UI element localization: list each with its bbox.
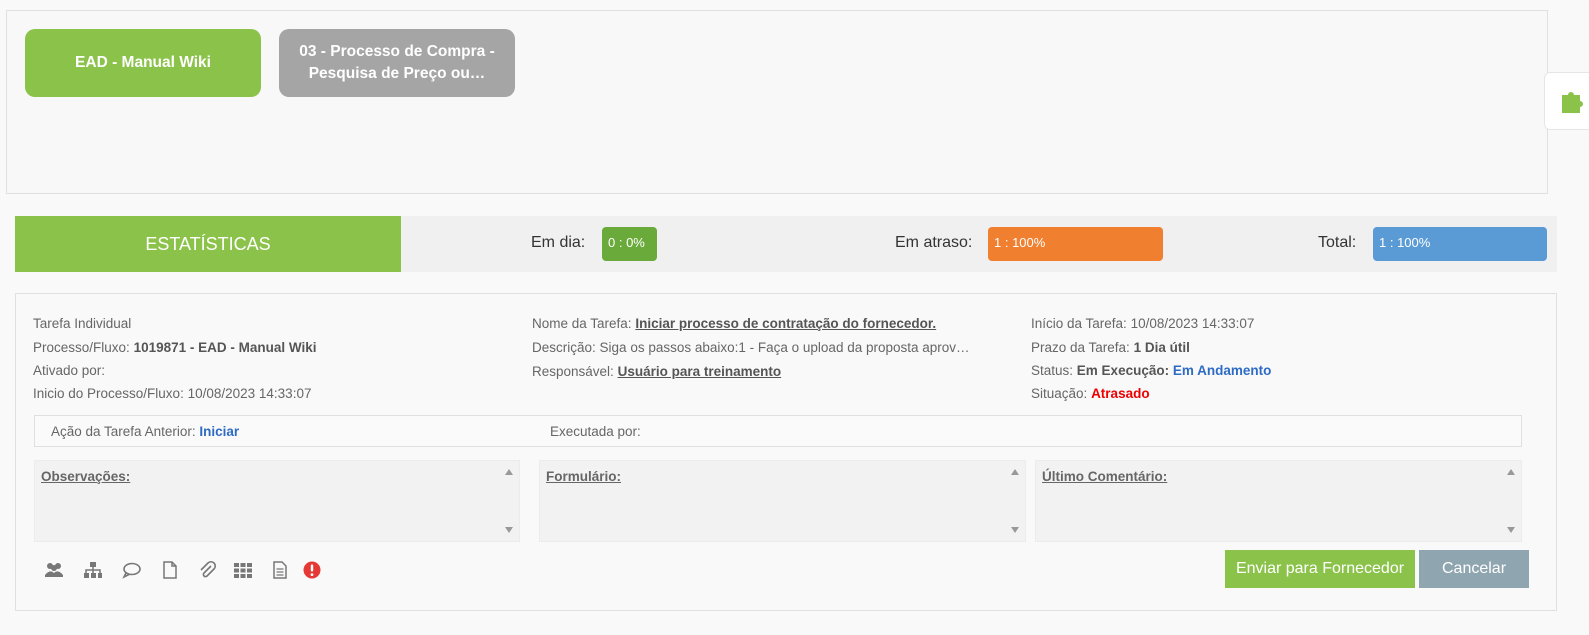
responsible-info: Responsável: Usuário para treinamento <box>532 364 781 379</box>
side-plugin-tab[interactable] <box>1544 72 1589 130</box>
process-start-info: Inicio do Processo/Fluxo: 10/08/2023 14:… <box>33 386 311 401</box>
description-value: Siga os passos abaixo:1 - Faça o upload … <box>599 340 970 355</box>
situation-info: Situação: Atrasado <box>1031 386 1150 401</box>
scroll-up-arrow-icon[interactable] <box>1011 469 1019 475</box>
statistics-title: ESTATÍSTICAS <box>15 216 401 272</box>
deadline-info: Prazo da Tarefa: 1 Dia útil <box>1031 340 1190 355</box>
late-label: Em atraso: <box>895 234 973 251</box>
prev-action-label: Ação da Tarefa Anterior: <box>51 424 196 439</box>
late-badge: 1 : 100% <box>988 227 1163 261</box>
description-label: Descrição: <box>532 340 596 355</box>
on-time-badge: 0 : 0% <box>602 227 657 261</box>
org-chart-icon[interactable] <box>83 560 103 580</box>
last-comment-title: Último Comentário: <box>1042 469 1168 484</box>
prev-action-info: Ação da Tarefa Anterior: Iniciar <box>51 424 239 439</box>
task-name-link[interactable]: Iniciar processo de contratação do forne… <box>635 316 936 331</box>
breadcrumb-process-ead-manual-wiki[interactable]: EAD - Manual Wiki <box>25 29 261 97</box>
observations-panel[interactable]: Observações: <box>34 460 520 542</box>
scroll-up-arrow-icon[interactable] <box>1507 469 1515 475</box>
task-card: Tarefa Individual Processo/Fluxo: 101987… <box>15 293 1557 611</box>
send-to-supplier-button[interactable]: Enviar para Fornecedor <box>1225 550 1415 588</box>
task-type: Tarefa Individual <box>33 316 132 331</box>
statistics-bar: ESTATÍSTICAS Em dia: 0 : 0% Em atraso: 1… <box>15 216 1557 272</box>
text-document-icon[interactable] <box>270 560 290 580</box>
responsible-label: Responsável: <box>532 364 614 379</box>
status-label: Status: <box>1031 363 1074 378</box>
total-label: Total: <box>1318 234 1357 251</box>
process-breadcrumb-panel: EAD - Manual Wiki 03 - Processo de Compr… <box>6 10 1548 194</box>
grid-icon[interactable] <box>233 560 253 580</box>
on-time-label: Em dia: <box>531 234 586 251</box>
prev-action-value: Iniciar <box>199 424 240 439</box>
alert-icon[interactable] <box>302 560 322 580</box>
task-name-label: Nome da Tarefa: <box>532 316 632 331</box>
scroll-down-arrow-icon[interactable] <box>1507 527 1515 533</box>
description-info: Descrição: Siga os passos abaixo:1 - Faç… <box>532 340 970 355</box>
scroll-down-arrow-icon[interactable] <box>505 527 513 533</box>
deadline-label: Prazo da Tarefa: <box>1031 340 1130 355</box>
previous-action-row: Ação da Tarefa Anterior: Iniciar Executa… <box>34 415 1522 447</box>
breadcrumb-processo-de-compra[interactable]: 03 - Processo de Compra - Pesquisa de Pr… <box>279 29 515 97</box>
process-label: Processo/Fluxo: <box>33 340 130 355</box>
executed-by-label: Executada por: <box>550 424 641 439</box>
process-info: Processo/Fluxo: 1019871 - EAD - Manual W… <box>33 340 317 355</box>
form-panel[interactable]: Formulário: <box>539 460 1026 542</box>
form-title: Formulário: <box>546 469 622 484</box>
observations-title: Observações: <box>41 469 131 484</box>
users-icon[interactable] <box>44 560 64 580</box>
situation-value: Atrasado <box>1091 386 1150 401</box>
scroll-down-arrow-icon[interactable] <box>1011 527 1019 533</box>
situation-label: Situação: <box>1031 386 1088 401</box>
total-badge: 1 : 100% <box>1373 227 1547 261</box>
process-value: 1019871 - EAD - Manual Wiki <box>133 340 317 355</box>
document-icon[interactable] <box>160 560 180 580</box>
process-start-label: Inicio do Processo/Fluxo: <box>33 386 184 401</box>
status-value: Em Andamento <box>1172 363 1272 378</box>
task-start-label: Início da Tarefa: <box>1031 316 1127 331</box>
deadline-value: 1 Dia útil <box>1133 340 1190 355</box>
status-info: Status: Em Execução: Em Andamento <box>1031 363 1271 378</box>
status-exec: Em Execução: <box>1076 363 1170 378</box>
task-start-info: Início da Tarefa: 10/08/2023 14:33:07 <box>1031 316 1254 331</box>
comment-icon[interactable] <box>122 560 142 580</box>
task-name-info: Nome da Tarefa: Iniciar processo de cont… <box>532 316 936 331</box>
process-start-value: 10/08/2023 14:33:07 <box>187 386 312 401</box>
cancel-button[interactable]: Cancelar <box>1419 550 1529 588</box>
activated-by-label: Ativado por: <box>33 363 106 378</box>
task-start-value: 10/08/2023 14:33:07 <box>1130 316 1255 331</box>
responsible-link[interactable]: Usuário para treinamento <box>618 364 782 379</box>
last-comment-panel[interactable]: Último Comentário: <box>1035 460 1522 542</box>
scroll-up-arrow-icon[interactable] <box>505 469 513 475</box>
puzzle-icon <box>1562 92 1583 113</box>
attachment-icon[interactable] <box>197 560 217 580</box>
